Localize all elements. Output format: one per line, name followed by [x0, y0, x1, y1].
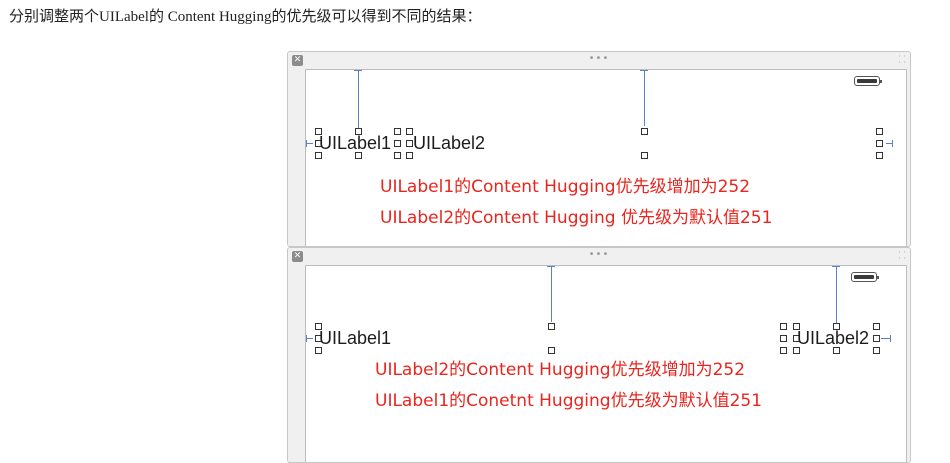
leading-constraint-cap — [306, 335, 307, 342]
panel-header: ✕ ••• · · · · — [288, 52, 910, 68]
resize-handle[interactable] — [833, 323, 840, 330]
resize-handle[interactable] — [406, 128, 413, 135]
annotation-line-2: UILabel2的Content Hugging 优先级为默认值251 — [380, 208, 773, 228]
constraint-cap — [640, 70, 648, 71]
close-icon[interactable]: ✕ — [292, 251, 303, 262]
resize-handle[interactable] — [876, 152, 883, 159]
resize-handle[interactable] — [876, 128, 883, 135]
battery-icon — [854, 76, 882, 86]
resize-handle[interactable] — [641, 128, 648, 135]
resize-handle[interactable] — [873, 323, 880, 330]
annotation-line-1: UILabel1的Content Hugging优先级增加为252 — [380, 177, 751, 197]
constraint-cap — [354, 70, 362, 71]
scene-panel-2: ✕ ••• · · · · UILabel1 UILabel2 UILabel2… — [287, 247, 911, 463]
resize-handle[interactable] — [780, 323, 787, 330]
battery-icon — [851, 272, 879, 282]
top-constraint-line — [358, 70, 359, 133]
resize-handle[interactable] — [355, 152, 362, 159]
resize-handle[interactable] — [641, 152, 648, 159]
uilabel2[interactable]: UILabel2 — [797, 328, 869, 348]
annotation-line-1: UILabel2的Content Hugging优先级增加为252 — [375, 360, 746, 380]
resize-handle[interactable] — [315, 152, 322, 159]
leading-constraint — [306, 338, 313, 339]
constraint-cap — [547, 266, 555, 267]
resize-handle[interactable] — [548, 347, 555, 354]
resize-handle[interactable] — [793, 347, 800, 354]
trailing-constraint-cap — [892, 140, 893, 147]
constraint-cap — [832, 266, 840, 267]
scene-canvas: UILabel1 UILabel2 UILabel1的Content Huggi… — [305, 69, 907, 246]
resize-handle[interactable] — [394, 140, 401, 147]
panel-header: ✕ ••• · · · · — [288, 248, 910, 264]
resize-handle[interactable] — [873, 335, 880, 342]
uilabel1[interactable]: UILabel1 — [319, 328, 391, 348]
resize-handle[interactable] — [833, 347, 840, 354]
drag-grip-icon[interactable]: ••• — [589, 53, 610, 64]
resize-handle[interactable] — [876, 140, 883, 147]
resize-handle[interactable] — [406, 140, 413, 147]
drag-grip-icon[interactable]: ••• — [589, 249, 610, 260]
top-constraint-line — [836, 266, 837, 329]
leading-constraint — [306, 143, 313, 144]
resize-grip-icon[interactable]: · · · · — [898, 53, 906, 67]
resize-handle[interactable] — [548, 323, 555, 330]
intro-text: 分别调整两个UILabel的 Content Hugging的优先级可以得到不同… — [9, 9, 482, 25]
uilabel1[interactable]: UILabel1 — [319, 133, 391, 153]
scene-canvas: UILabel1 UILabel2 UILabel2的Content Huggi… — [305, 265, 907, 462]
resize-handle[interactable] — [873, 347, 880, 354]
resize-handle[interactable] — [394, 128, 401, 135]
leading-constraint-cap — [306, 140, 307, 147]
center-constraint-line — [644, 70, 645, 126]
close-icon[interactable]: ✕ — [292, 55, 303, 66]
center-constraint-line — [551, 266, 552, 322]
annotation-line-2: UILabel1的Conetnt Hugging优先级为默认值251 — [375, 391, 763, 411]
trailing-constraint-cap — [890, 335, 891, 342]
resize-handle[interactable] — [780, 335, 787, 342]
resize-handle[interactable] — [394, 152, 401, 159]
uilabel2[interactable]: UILabel2 — [413, 133, 485, 153]
resize-handle[interactable] — [315, 347, 322, 354]
resize-handle[interactable] — [406, 152, 413, 159]
resize-grip-icon[interactable]: · · · · — [898, 249, 906, 263]
resize-handle[interactable] — [780, 347, 787, 354]
scene-panel-1: ✕ ••• · · · · UILabel1 UILabel2 UILabel1… — [287, 51, 911, 247]
